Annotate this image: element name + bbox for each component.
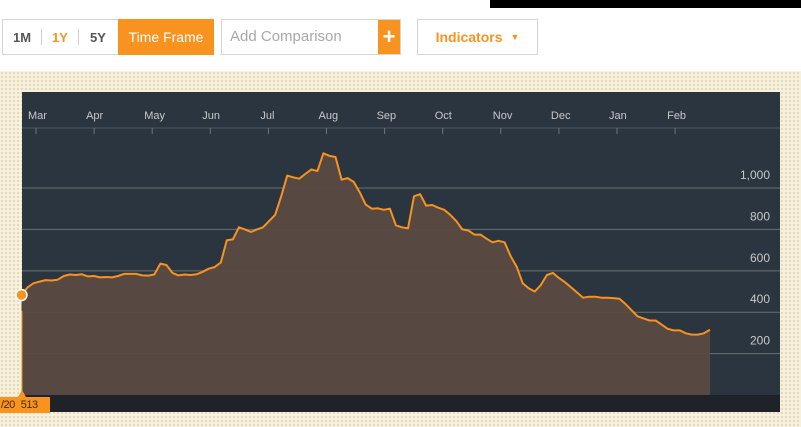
month-label: Apr <box>86 110 103 122</box>
month-label: Dec <box>551 110 571 122</box>
y-tick-label: 200 <box>750 334 770 348</box>
month-label: Aug <box>319 110 339 122</box>
month-label: Feb <box>667 110 686 122</box>
y-tick-label: 1,000 <box>740 168 770 182</box>
current-point-marker[interactable] <box>15 288 28 302</box>
tooltip-date: /20 <box>1 399 15 411</box>
y-tick-label: 600 <box>750 251 770 265</box>
month-label: Oct <box>435 110 452 122</box>
y-tick-label: 800 <box>750 209 770 223</box>
crosshair-tooltip: /20 513 <box>0 397 50 413</box>
tooltip-value: 513 <box>20 399 38 411</box>
x-axis-band <box>22 395 780 412</box>
month-label: Mar <box>28 110 47 122</box>
month-label: Jan <box>609 110 627 122</box>
y-tick-label: 400 <box>750 292 770 306</box>
month-label: Nov <box>493 110 513 122</box>
month-label: Sep <box>377 110 397 122</box>
month-label: May <box>144 110 165 122</box>
price-chart[interactable]: Mar Apr May Jun Jul Aug Sep Oct Nov Dec Jan Feb 1,0… <box>0 0 801 427</box>
month-label: Jul <box>260 110 274 122</box>
month-label: Jun <box>202 110 220 122</box>
